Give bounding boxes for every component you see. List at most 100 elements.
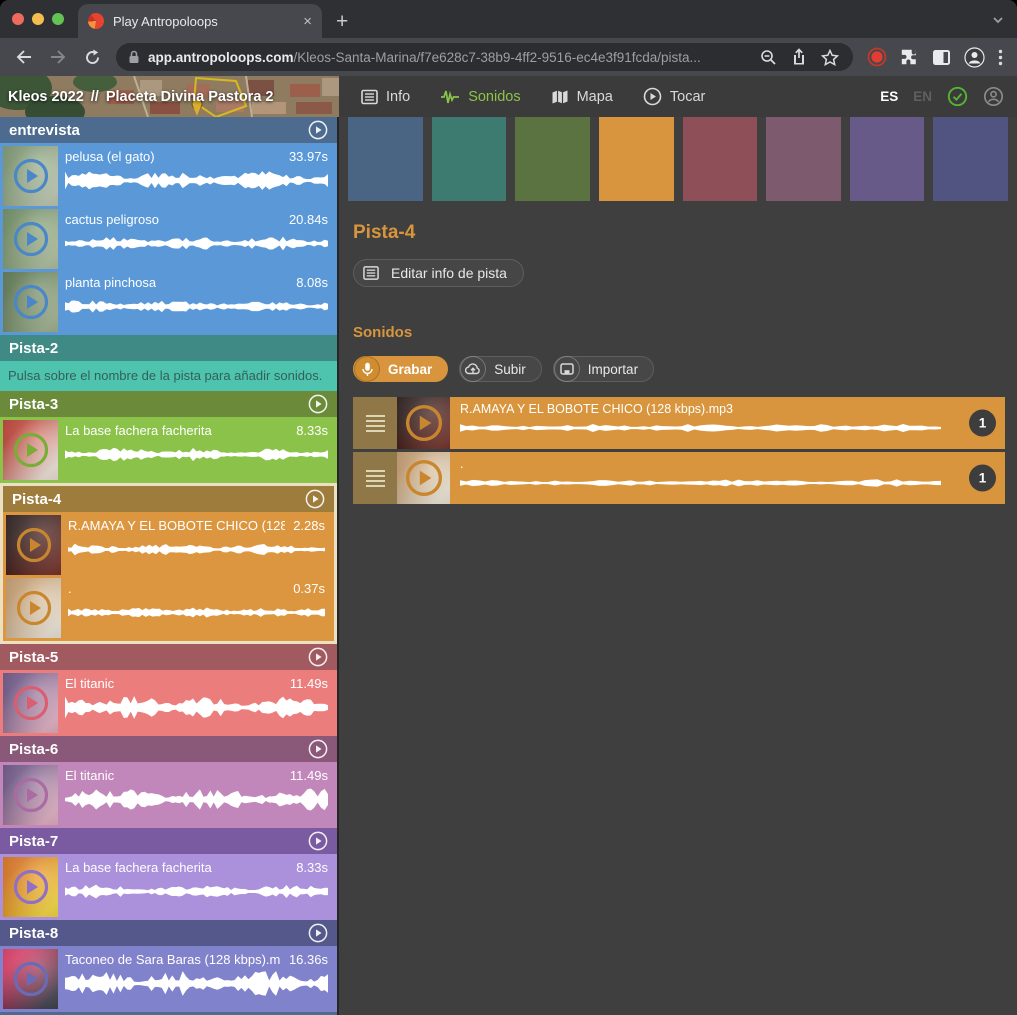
sound-row[interactable]: . 1 bbox=[353, 452, 1005, 504]
language-es[interactable]: ES bbox=[880, 89, 898, 104]
track-name: Pista-3 bbox=[9, 396, 58, 413]
track-color-swatch-7[interactable] bbox=[850, 117, 925, 201]
minimize-window-icon[interactable] bbox=[32, 13, 44, 25]
edit-form-icon bbox=[360, 262, 382, 284]
back-button[interactable] bbox=[10, 43, 38, 71]
zoom-icon[interactable] bbox=[760, 49, 777, 66]
track-header[interactable]: Pista-8 bbox=[0, 920, 337, 946]
edit-track-info-button[interactable]: Editar info de pista bbox=[353, 259, 524, 287]
share-icon[interactable] bbox=[791, 48, 807, 66]
sound-item[interactable]: Taconeo de Sara Baras (128 kbps).mp3 16.… bbox=[3, 949, 334, 1009]
language-en[interactable]: EN bbox=[913, 89, 932, 104]
drag-handle-icon[interactable] bbox=[353, 452, 397, 504]
play-icon[interactable] bbox=[13, 685, 49, 721]
upload-button[interactable]: Subir bbox=[459, 356, 542, 382]
browser-menu-icon[interactable] bbox=[998, 49, 1003, 66]
sound-item[interactable]: La base fachera facherita 8.33s bbox=[3, 857, 334, 917]
tab-title: Play Antropoloops bbox=[113, 14, 294, 29]
track-color-swatch-2[interactable] bbox=[432, 117, 507, 201]
sound-item[interactable]: La base fachera facherita 8.33s bbox=[3, 420, 334, 480]
new-tab-button[interactable]: + bbox=[336, 10, 348, 34]
sound-item[interactable]: El titanic 11.49s bbox=[3, 673, 334, 733]
sound-item[interactable]: El titanic 11.49s bbox=[3, 765, 334, 825]
nav-item-mapa[interactable]: Mapa bbox=[551, 89, 613, 105]
track-header[interactable]: Pista-4 bbox=[3, 486, 334, 512]
record-button[interactable]: Grabar bbox=[353, 356, 448, 382]
sound-item[interactable]: cactus peligroso 20.84s bbox=[3, 209, 334, 269]
track-play-icon[interactable] bbox=[308, 120, 328, 140]
track-play-icon[interactable] bbox=[308, 647, 328, 667]
extensions-puzzle-icon[interactable] bbox=[900, 48, 919, 67]
track-map-thumbnail[interactable]: Kleos 2022 // Placeta Divina Pastora 2 bbox=[0, 76, 339, 117]
nav-item-sonidos[interactable]: Sonidos bbox=[440, 89, 520, 105]
track-header[interactable]: Pista-2 bbox=[0, 335, 337, 361]
bookmark-star-icon[interactable] bbox=[821, 49, 839, 66]
track-color-swatch-3[interactable] bbox=[515, 117, 590, 201]
track-color-swatch-4[interactable] bbox=[599, 117, 674, 201]
close-window-icon[interactable] bbox=[12, 13, 24, 25]
sound-item[interactable]: planta pinchosa 8.08s bbox=[3, 272, 334, 332]
play-icon[interactable] bbox=[13, 284, 49, 320]
sound-info: R.AMAYA Y EL BOBOTE CHICO (128 kbps)....… bbox=[68, 515, 331, 575]
sound-item[interactable]: pelusa (el gato) 33.97s bbox=[3, 146, 334, 206]
track-name: Pista-7 bbox=[9, 833, 58, 850]
nav-item-info[interactable]: Info bbox=[361, 89, 410, 105]
count-badge: 1 bbox=[969, 465, 996, 492]
browser-tab[interactable]: Play Antropoloops × bbox=[78, 4, 322, 38]
track-color-swatch-5[interactable] bbox=[683, 117, 758, 201]
profile-avatar-icon[interactable] bbox=[964, 47, 985, 68]
import-button[interactable]: Importar bbox=[553, 356, 654, 382]
tab-search-chevron-icon[interactable] bbox=[991, 12, 1005, 30]
browser-window: Play Antropoloops × + app.antropoloops.c… bbox=[0, 0, 1017, 1015]
play-icon[interactable] bbox=[16, 527, 52, 563]
drag-handle-icon[interactable] bbox=[353, 397, 397, 449]
play-icon[interactable] bbox=[13, 221, 49, 257]
sound-duration: 11.49s bbox=[290, 676, 328, 691]
waveform bbox=[460, 472, 941, 494]
sound-info: Taconeo de Sara Baras (128 kbps).mp3 16.… bbox=[65, 949, 334, 1009]
track-color-swatch-1[interactable] bbox=[348, 117, 423, 201]
track-play-icon[interactable] bbox=[305, 489, 325, 509]
sound-title: pelusa (el gato) bbox=[65, 149, 155, 164]
sound-item[interactable]: R.AMAYA Y EL BOBOTE CHICO (128 kbps)....… bbox=[6, 515, 331, 575]
track-header[interactable]: Pista-5 bbox=[0, 644, 337, 670]
sound-info: La base fachera facherita 8.33s bbox=[65, 420, 334, 480]
play-icon[interactable] bbox=[13, 961, 49, 997]
reload-button[interactable] bbox=[78, 43, 106, 71]
play-icon[interactable] bbox=[405, 404, 443, 442]
play-icon[interactable] bbox=[13, 777, 49, 813]
track-header[interactable]: entrevista bbox=[0, 117, 337, 143]
track-play-icon[interactable] bbox=[308, 831, 328, 851]
track-play-icon[interactable] bbox=[308, 739, 328, 759]
play-icon[interactable] bbox=[13, 158, 49, 194]
url-bar[interactable]: app.antropoloops.com/Kleos-Santa-Marina/… bbox=[116, 43, 853, 71]
cloud-upload-icon bbox=[460, 356, 486, 382]
waveform bbox=[65, 878, 328, 905]
sound-row[interactable]: R.AMAYA Y EL BOBOTE CHICO (128 kbps).mp3… bbox=[353, 397, 1005, 449]
waveform bbox=[65, 786, 328, 813]
track-play-icon[interactable] bbox=[308, 923, 328, 943]
sound-actions: Grabar Subir Importar bbox=[353, 356, 1017, 382]
play-icon[interactable] bbox=[13, 869, 49, 905]
nav-item-tocar[interactable]: Tocar bbox=[643, 87, 705, 106]
sound-item[interactable]: . 0.37s bbox=[6, 578, 331, 638]
play-icon[interactable] bbox=[13, 432, 49, 468]
maximize-window-icon[interactable] bbox=[52, 13, 64, 25]
track-color-swatch-8[interactable] bbox=[933, 117, 1008, 201]
track-color-swatch-6[interactable] bbox=[766, 117, 841, 201]
track-header[interactable]: Pista-7 bbox=[0, 828, 337, 854]
sound-thumbnail bbox=[3, 949, 58, 1009]
play-icon[interactable] bbox=[16, 590, 52, 626]
sound-thumbnail bbox=[3, 209, 58, 269]
play-icon[interactable] bbox=[405, 459, 443, 497]
track-header[interactable]: Pista-3 bbox=[0, 391, 337, 417]
track-play-icon[interactable] bbox=[308, 394, 328, 414]
recorder-extension-icon[interactable] bbox=[867, 47, 887, 67]
side-panel-icon[interactable] bbox=[932, 49, 951, 66]
track-header[interactable]: Pista-6 bbox=[0, 736, 337, 762]
sound-title: Taconeo de Sara Baras (128 kbps).mp3 bbox=[65, 952, 281, 967]
sync-check-icon[interactable] bbox=[947, 86, 968, 107]
tab-close-icon[interactable]: × bbox=[303, 14, 312, 29]
forward-button[interactable] bbox=[44, 43, 72, 71]
account-icon[interactable] bbox=[983, 86, 1004, 107]
